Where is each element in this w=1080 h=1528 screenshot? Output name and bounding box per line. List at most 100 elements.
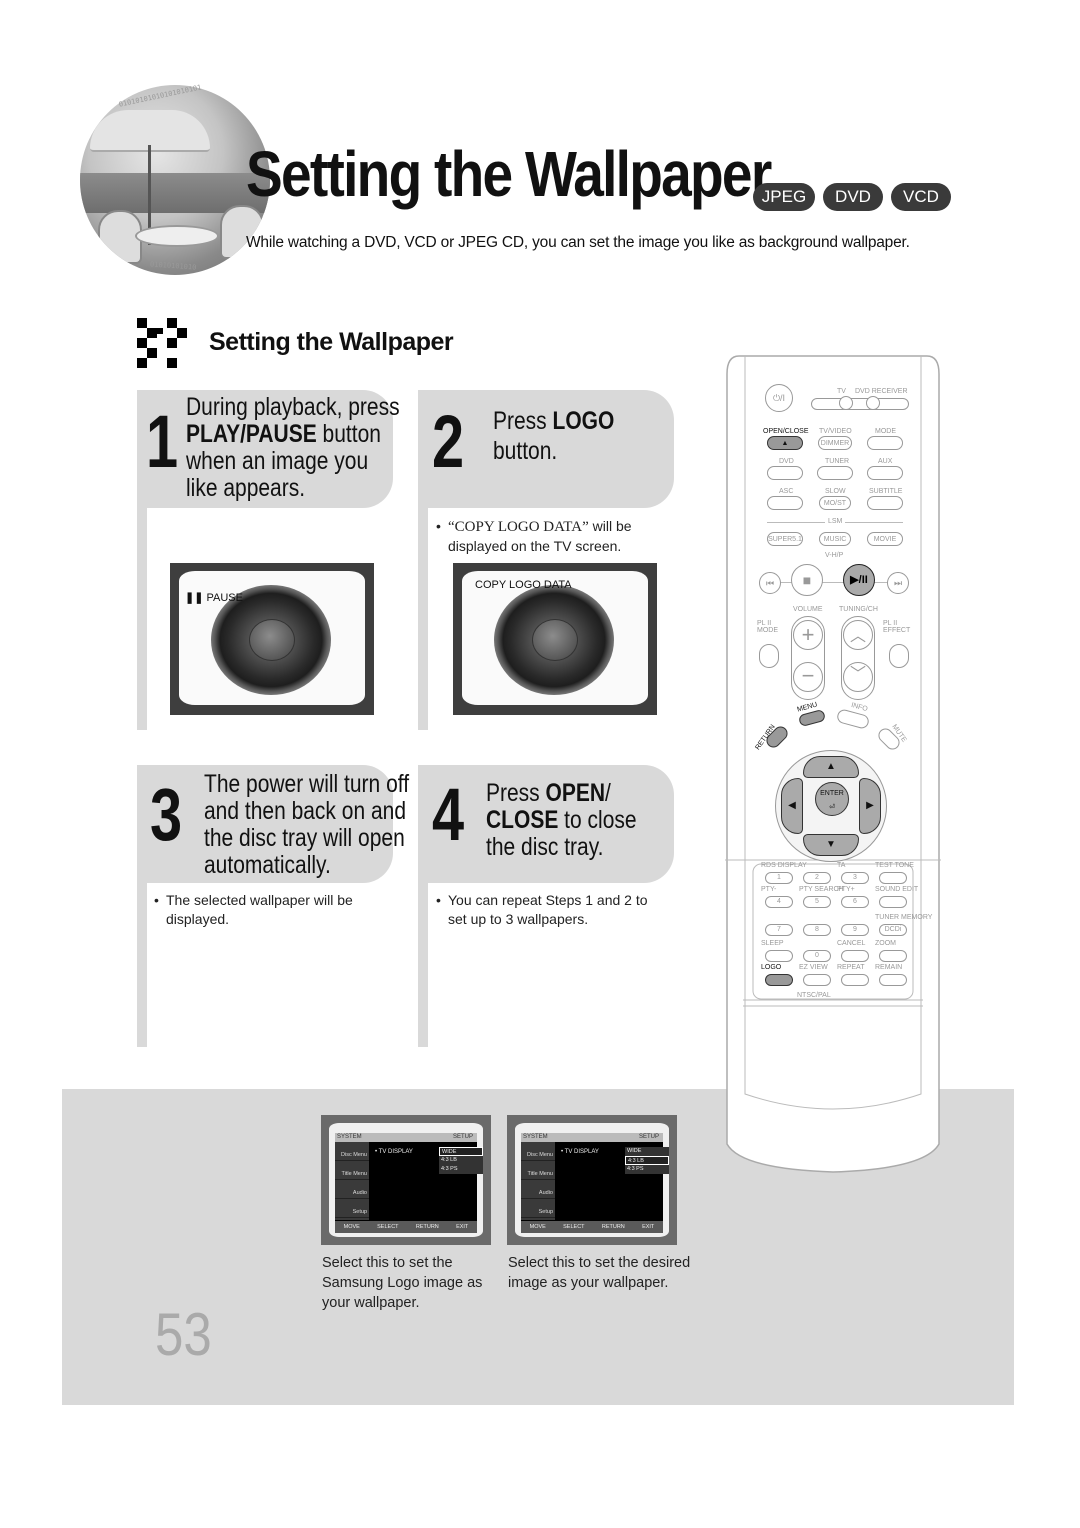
osd-copy-logo-data: COPY LOGO DATA bbox=[475, 579, 572, 591]
menu-option-43ps: 4:3 PS bbox=[625, 1165, 669, 1174]
volume-up-button[interactable]: + bbox=[793, 620, 823, 650]
pty-search-button[interactable]: 5 bbox=[803, 896, 831, 908]
tuner-memory-button[interactable]: DCDi bbox=[879, 924, 907, 936]
menu-option-43lb: 4:3 LB bbox=[625, 1156, 669, 1165]
header-decorative-photo bbox=[80, 85, 270, 275]
skip-back-button[interactable]: ⏮ bbox=[759, 572, 781, 594]
sleep-button[interactable] bbox=[765, 950, 793, 962]
tuner-button[interactable] bbox=[817, 466, 853, 480]
enter-button[interactable]: ENTER ⏎ bbox=[815, 782, 849, 816]
subtitle-button[interactable] bbox=[867, 496, 903, 510]
step-4-bar bbox=[418, 883, 428, 1047]
step-2-text: Press LOGO button. bbox=[493, 407, 615, 465]
channel-down-button[interactable]: ﹀ bbox=[843, 662, 873, 692]
keypad-label: TA bbox=[837, 862, 846, 869]
ntsc-pal-label: NTSC/PAL bbox=[797, 992, 831, 999]
step-4-text: Press OPEN/ CLOSE to close the disc tray… bbox=[486, 779, 637, 861]
step-3-number: 3 bbox=[150, 773, 183, 856]
keypad-label: ZOOM bbox=[875, 940, 896, 947]
keypad-label: REPEAT bbox=[837, 964, 865, 971]
tv-mode-button[interactable] bbox=[839, 396, 853, 410]
cancel-button[interactable] bbox=[841, 950, 869, 962]
skip-forward-button[interactable]: ⏭ bbox=[887, 572, 909, 594]
tuning-ch-label: TUNING/CH bbox=[839, 606, 878, 613]
ta-button[interactable]: 3 bbox=[841, 872, 869, 884]
key-2-button[interactable]: 2 bbox=[803, 872, 831, 884]
music-button[interactable]: MUSIC bbox=[819, 532, 851, 546]
dvd-receiver-mode-button[interactable] bbox=[866, 396, 880, 410]
aux-label: AUX bbox=[878, 458, 893, 465]
intro-text: While watching a DVD, VCD or JPEG CD, yo… bbox=[246, 234, 910, 251]
setup-menu-screenshot-43lb: SYSTEM SETUP Disc Menu Title Menu Audio S… bbox=[507, 1115, 677, 1245]
speaker-image bbox=[494, 585, 614, 695]
stop-button[interactable]: ■ bbox=[791, 564, 823, 596]
pty-button[interactable]: 6 bbox=[841, 896, 869, 908]
setup-menu-screenshot-wide: SYSTEM SETUP Disc Menu Title Menu Audio S… bbox=[321, 1115, 491, 1245]
repeat-button[interactable] bbox=[841, 974, 869, 986]
step-4-number: 4 bbox=[432, 773, 465, 856]
menu-tv-display-label: • TV DISPLAY bbox=[561, 1149, 599, 1155]
power-button[interactable]: ⏻/I bbox=[765, 384, 793, 412]
tv-label: TV bbox=[837, 388, 846, 395]
menu-side-item: Title Menu bbox=[521, 1161, 555, 1180]
pl-mode-label: PL II MODE bbox=[757, 620, 778, 634]
page-number: 53 bbox=[155, 1301, 212, 1368]
subtitle-label: SUBTITLE bbox=[869, 488, 903, 495]
up-arrow-button[interactable]: ▲ bbox=[803, 756, 859, 778]
dimmer-button[interactable]: DIMMER bbox=[818, 436, 852, 450]
ez-view-button[interactable] bbox=[803, 974, 831, 986]
key-0-button[interactable]: 0 bbox=[803, 950, 831, 962]
key-9-button[interactable]: 9 bbox=[841, 924, 869, 936]
zoom-button[interactable] bbox=[879, 950, 907, 962]
step-2-bar bbox=[418, 508, 428, 730]
menu-tv-display-label: • TV DISPLAY bbox=[375, 1149, 413, 1155]
dvd-label: DVD bbox=[779, 458, 794, 465]
menu-option-wide: WIDE bbox=[439, 1147, 483, 1156]
sound-edit-button[interactable] bbox=[879, 896, 907, 908]
mode-selector-switch[interactable] bbox=[811, 398, 909, 410]
channel-up-button[interactable]: ︿ bbox=[843, 620, 873, 650]
mode-button[interactable] bbox=[867, 436, 903, 450]
remain-button[interactable] bbox=[879, 974, 907, 986]
dvd-button[interactable] bbox=[767, 466, 803, 480]
badge-jpeg: JPEG bbox=[753, 183, 815, 211]
page-title: Setting the Wallpaper bbox=[246, 138, 772, 210]
pl-effect-label: PL II EFFECT bbox=[883, 620, 911, 634]
caption-wide: Select this to set the Samsung Logo imag… bbox=[322, 1255, 483, 1311]
step-4-note: • You can repeat Steps 1 and 2 to set up … bbox=[436, 892, 648, 927]
menu-side-item: Disc Menu bbox=[335, 1142, 369, 1161]
key-7-button[interactable]: 7 bbox=[765, 924, 793, 936]
pl-effect-button[interactable] bbox=[889, 644, 909, 668]
menu-header-left: SYSTEM bbox=[523, 1134, 548, 1140]
down-arrow-button[interactable]: ▼ bbox=[803, 834, 859, 856]
menu-side-item: Setup bbox=[521, 1199, 555, 1218]
volume-down-button[interactable]: − bbox=[793, 662, 823, 692]
key-8-button[interactable]: 8 bbox=[803, 924, 831, 936]
caption-43lb: Select this to set the desired image as … bbox=[508, 1255, 691, 1291]
tv-screen-pause: ❚❚ PAUSE bbox=[170, 563, 374, 715]
asc-button[interactable] bbox=[767, 496, 803, 510]
pl-mode-button[interactable] bbox=[759, 644, 779, 668]
mode-label: MODE bbox=[875, 428, 896, 435]
right-arrow-button[interactable]: ▶ bbox=[859, 778, 881, 834]
pty-button[interactable]: 4 bbox=[765, 896, 793, 908]
menu-side-item: Title Menu bbox=[335, 1161, 369, 1180]
left-arrow-button[interactable]: ◀ bbox=[781, 778, 803, 834]
aux-button[interactable] bbox=[867, 466, 903, 480]
rds-display-button[interactable]: 1 bbox=[765, 872, 793, 884]
logo-button[interactable] bbox=[765, 974, 793, 986]
section-title: Setting the Wallpaper bbox=[209, 328, 454, 356]
step-1-number: 1 bbox=[146, 400, 179, 483]
test-tone-button[interactable] bbox=[879, 872, 907, 884]
movie-button[interactable]: MOVIE bbox=[867, 532, 903, 546]
super51-button[interactable]: SUPER5.1 bbox=[767, 532, 803, 546]
pause-icon: ❚❚ bbox=[185, 592, 204, 604]
checker-icon bbox=[137, 318, 189, 368]
play-pause-button[interactable]: ▶/II bbox=[843, 564, 875, 596]
badge-dvd: DVD bbox=[823, 183, 883, 211]
step-3-text: The power will turn off and then back on… bbox=[204, 770, 410, 879]
menu-side-item: Disc Menu bbox=[521, 1142, 555, 1161]
keypad-label: PTY- bbox=[761, 886, 777, 893]
open-close-button[interactable]: ▲ bbox=[767, 436, 803, 450]
mo-st-button[interactable]: MO/ST bbox=[819, 496, 851, 510]
